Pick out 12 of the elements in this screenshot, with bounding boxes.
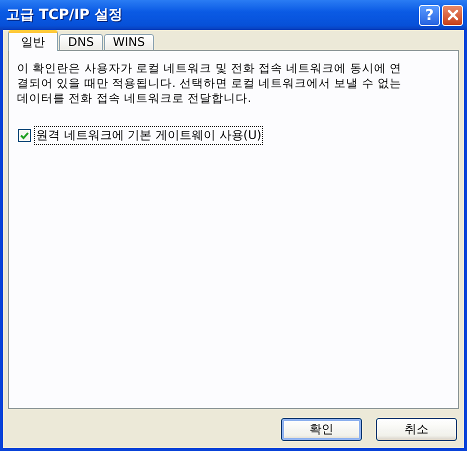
ok-button[interactable]: 확인 (281, 418, 362, 441)
checkbox[interactable] (18, 129, 31, 142)
tab[interactable]: 일반 (8, 30, 58, 51)
checkbox-label[interactable]: 원격 네트워크에 기본 게이트웨이 사용(U) (34, 126, 264, 145)
close-button[interactable] (442, 4, 463, 26)
description-text: 이 확인란은 사용자가 로컬 네트워크 및 전화 접속 네트워크에 동시에 연결되어 있을 때만 적용됩니다. 선택하면 로컬 네트워크에서 보낼 수 없는 데이터를 전화 접속 네트워크로 전달합니다. (17, 61, 403, 106)
tab[interactable]: WINS (104, 34, 154, 50)
tab[interactable]: DNS (59, 34, 103, 50)
close-icon[interactable] (446, 9, 458, 21)
window-title: 고급 TCP/IP 설정 (6, 6, 124, 24)
check-icon (19, 130, 30, 141)
cancel-button[interactable]: 취소 (376, 418, 457, 441)
